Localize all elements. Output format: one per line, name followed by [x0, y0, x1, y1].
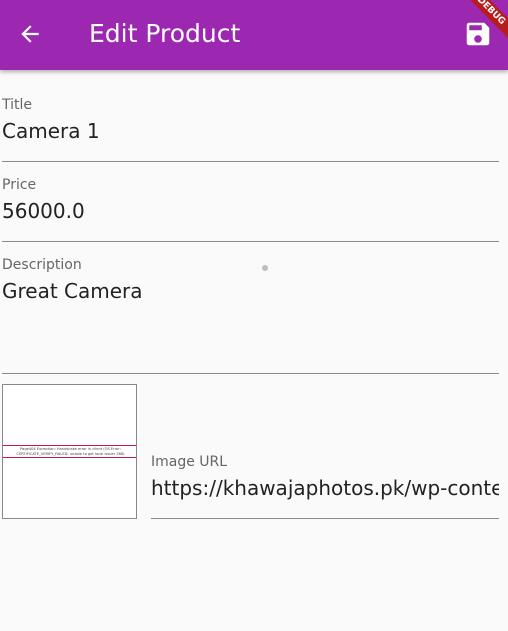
description-underline: [2, 373, 499, 374]
price-underline: [2, 241, 499, 242]
image-url-input[interactable]: https://khawajaphotos.pk/wp-content: [151, 475, 499, 501]
save-icon: [466, 22, 490, 46]
touch-indicator: [262, 265, 268, 271]
page-title: Edit Product: [89, 19, 241, 48]
title-label: Title: [2, 97, 33, 113]
title-input[interactable]: Camera 1: [2, 118, 499, 144]
error-text: Page404 Exception: Handshake error in cl…: [16, 447, 125, 456]
image-url-field[interactable]: Image URL https://khawajaphotos.pk/wp-co…: [151, 453, 499, 519]
back-button[interactable]: [10, 14, 50, 54]
image-preview: Page404 Exception: Handshake error in cl…: [2, 384, 137, 519]
image-url-label: Image URL: [151, 454, 228, 470]
title-field[interactable]: Title Camera 1: [2, 96, 499, 162]
title-underline: [2, 161, 499, 162]
price-label: Price: [2, 177, 37, 193]
description-field[interactable]: Description Great Camera: [2, 256, 499, 374]
price-input[interactable]: 56000.0: [2, 198, 499, 224]
app-bar: Edit Product DEBUG: [0, 0, 508, 70]
description-label: Description: [2, 257, 82, 273]
price-field[interactable]: Price 56000.0: [2, 176, 499, 242]
image-url-underline: [151, 518, 499, 519]
description-input[interactable]: Great Camera: [2, 278, 499, 304]
arrow-left-icon: [21, 25, 39, 43]
